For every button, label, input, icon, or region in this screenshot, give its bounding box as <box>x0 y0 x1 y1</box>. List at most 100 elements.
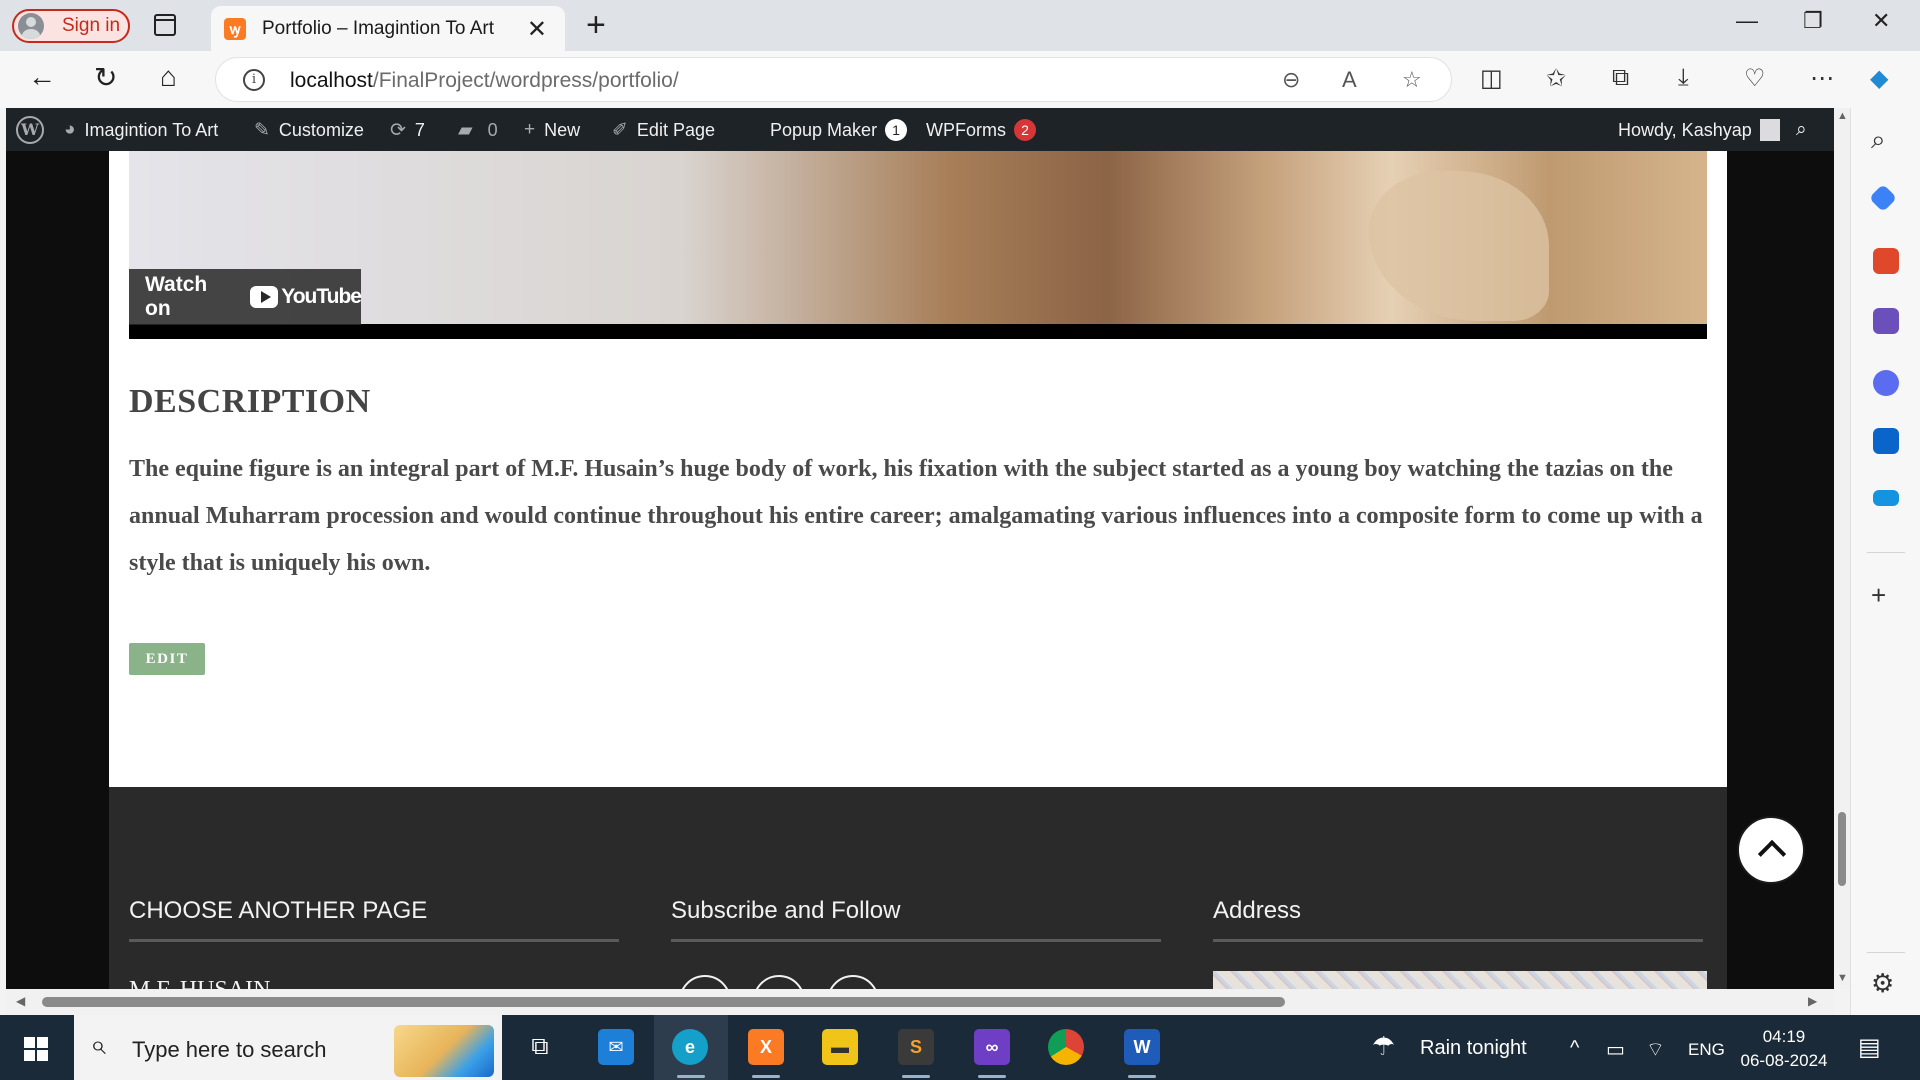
sign-in-button[interactable]: Sign in <box>12 9 130 43</box>
copilot-icon[interactable]: ◆ <box>1870 64 1888 93</box>
vertical-scrollbar[interactable]: ▲ ▼ <box>1834 108 1850 989</box>
language-indicator[interactable]: ENG <box>1688 1040 1725 1060</box>
weather-umbrella-icon[interactable]: ☂ <box>1372 1031 1395 1062</box>
social-facebook-icon[interactable] <box>679 975 731 989</box>
add-sidebar-app-icon[interactable]: + <box>1871 580 1886 611</box>
footer-divider <box>129 939 619 942</box>
search-placeholder: Type here to search <box>132 1037 327 1062</box>
wpforms-link[interactable]: WPForms 2 <box>926 119 1036 141</box>
social-twitter-icon[interactable] <box>753 975 805 989</box>
windows-start-icon[interactable] <box>24 1037 48 1061</box>
back-icon[interactable]: ← <box>28 61 56 93</box>
admin-search-icon[interactable]: ⌕ <box>1796 119 1816 141</box>
edit-page-label: Edit Page <box>636 120 715 140</box>
read-aloud-icon[interactable]: A <box>1342 67 1357 93</box>
howdy-label: Howdy, Kashyap <box>1618 119 1752 140</box>
youtube-embed[interactable]: Watch on YouTube <box>129 151 1707 339</box>
mail-app-icon[interactable]: ✉ <box>598 1029 634 1065</box>
scroll-left-arrow-icon[interactable]: ◀ <box>16 994 25 1008</box>
collections-icon[interactable]: ⧉ <box>1612 64 1629 92</box>
dashboard-icon: ◕ <box>64 119 76 140</box>
wifi-icon[interactable]: ⌔ <box>1646 1037 1665 1062</box>
wpforms-badge: 2 <box>1014 119 1036 141</box>
scroll-up-arrow-icon[interactable]: ▲ <box>1837 110 1848 122</box>
tray-overflow-icon[interactable]: ^ <box>1570 1037 1579 1060</box>
outlook-icon[interactable] <box>1873 428 1899 454</box>
browser-essentials-icon[interactable]: ♡ <box>1744 64 1766 93</box>
edge-app-icon[interactable]: e <box>672 1029 708 1065</box>
account-menu[interactable]: Howdy, Kashyap <box>1618 119 1780 141</box>
split-screen-icon[interactable]: ◫ <box>1480 64 1503 93</box>
popup-maker-link[interactable]: Popup Maker 1 <box>770 119 908 141</box>
weather-text[interactable]: Rain tonight <box>1420 1037 1527 1060</box>
customize-link[interactable]: ✎ Customize <box>254 119 364 142</box>
watch-on-label: Watch on <box>145 273 208 320</box>
notifications-icon[interactable]: ▤ <box>1858 1033 1881 1062</box>
edge-sidebar: ⌕ + ⚙ <box>1850 108 1920 1015</box>
running-app-indicator <box>752 1075 780 1078</box>
close-window-icon[interactable]: ✕ <box>1872 8 1890 34</box>
comments-link[interactable]: ▰ 0 <box>458 119 498 142</box>
home-icon[interactable]: ⌂ <box>160 61 177 93</box>
microsoft-365-icon[interactable] <box>1873 370 1899 396</box>
more-menu-icon[interactable]: ⋯ <box>1810 64 1834 93</box>
xampp-app-icon[interactable]: X <box>748 1029 784 1065</box>
games-icon[interactable] <box>1873 308 1899 334</box>
downloads-icon[interactable]: ⤓ <box>1678 64 1689 92</box>
popup-maker-badge: 1 <box>885 119 908 141</box>
new-content-link[interactable]: + New <box>524 119 580 141</box>
vertical-scroll-thumb[interactable] <box>1838 812 1846 886</box>
browser-tab-active[interactable]: ꝡ Portfolio – Imagintion To Art ✕ <box>211 6 565 51</box>
social-instagram-icon[interactable] <box>827 975 879 989</box>
scroll-right-arrow-icon[interactable]: ▶ <box>1808 994 1817 1008</box>
address-map[interactable] <box>1213 971 1707 989</box>
file-explorer-icon[interactable]: ▬ <box>822 1029 858 1065</box>
description-heading: DESCRIPTION <box>129 383 371 420</box>
sidebar-search-icon[interactable]: ⌕ <box>1871 124 1886 156</box>
zoom-out-icon[interactable]: ⊖ <box>1282 67 1300 93</box>
word-app-icon[interactable]: W <box>1124 1029 1160 1065</box>
video-thumbnail <box>129 151 1707 324</box>
taskbar-search-box[interactable]: ⌕ Type here to search <box>74 1015 502 1080</box>
wordpress-logo-icon[interactable]: W <box>16 116 44 144</box>
network-icon[interactable]: ▭ <box>1606 1037 1625 1062</box>
restore-icon[interactable]: ❐ <box>1803 8 1823 34</box>
tools-icon[interactable] <box>1873 248 1899 274</box>
edit-button[interactable]: EDIT <box>129 643 205 675</box>
edit-page-link[interactable]: ✐ Edit Page <box>612 119 715 142</box>
site-name-link[interactable]: ◕ Imagintion To Art <box>64 119 218 141</box>
footer-page-link[interactable]: M.F. HUSAIN <box>129 977 270 989</box>
system-clock[interactable]: 04:19 06-08-2024 <box>1736 1025 1832 1073</box>
choose-page-heading: CHOOSE ANOTHER PAGE <box>129 897 428 924</box>
running-app-indicator <box>1128 1075 1156 1078</box>
scroll-to-top-button[interactable] <box>1737 816 1805 884</box>
task-view-icon[interactable]: ⧉ <box>522 1029 558 1065</box>
footer-divider <box>671 939 1161 942</box>
youtube-play-icon <box>249 286 279 308</box>
sidebar-divider <box>1867 952 1905 953</box>
url-text[interactable]: localhost/FinalProject/wordpress/portfol… <box>290 69 679 93</box>
refresh-icon[interactable]: ↻ <box>94 61 117 94</box>
sublime-text-icon[interactable]: S <box>898 1029 934 1065</box>
scroll-down-arrow-icon[interactable]: ▼ <box>1837 972 1848 984</box>
close-tab-icon[interactable]: ✕ <box>527 15 547 44</box>
minimize-icon[interactable]: — <box>1736 8 1758 34</box>
tab-actions-icon[interactable] <box>154 14 176 36</box>
visual-studio-icon[interactable]: ∞ <box>974 1029 1010 1065</box>
active-app-indicator <box>677 1075 705 1078</box>
updates-count: 7 <box>414 120 425 140</box>
new-tab-icon[interactable]: + <box>586 6 606 45</box>
shopping-tag-icon[interactable] <box>1868 183 1898 213</box>
updates-link[interactable]: ⟳ 7 <box>390 119 425 142</box>
horizontal-scroll-thumb[interactable] <box>42 997 1285 1007</box>
site-info-icon[interactable]: i <box>243 69 265 91</box>
site-name-label: Imagintion To Art <box>84 119 219 140</box>
favorite-star-icon[interactable]: ☆ <box>1402 67 1422 93</box>
address-bar[interactable]: i localhost/FinalProject/wordpress/portf… <box>215 57 1452 102</box>
drop-icon[interactable] <box>1873 490 1899 506</box>
chrome-app-icon[interactable] <box>1048 1029 1084 1065</box>
favorites-icon[interactable]: ✩ <box>1546 64 1566 93</box>
horizontal-scrollbar[interactable]: ◀ ▶ <box>6 989 1834 1015</box>
sidebar-settings-icon[interactable]: ⚙ <box>1871 968 1894 999</box>
watch-on-youtube-button[interactable]: Watch on YouTube <box>129 269 362 325</box>
